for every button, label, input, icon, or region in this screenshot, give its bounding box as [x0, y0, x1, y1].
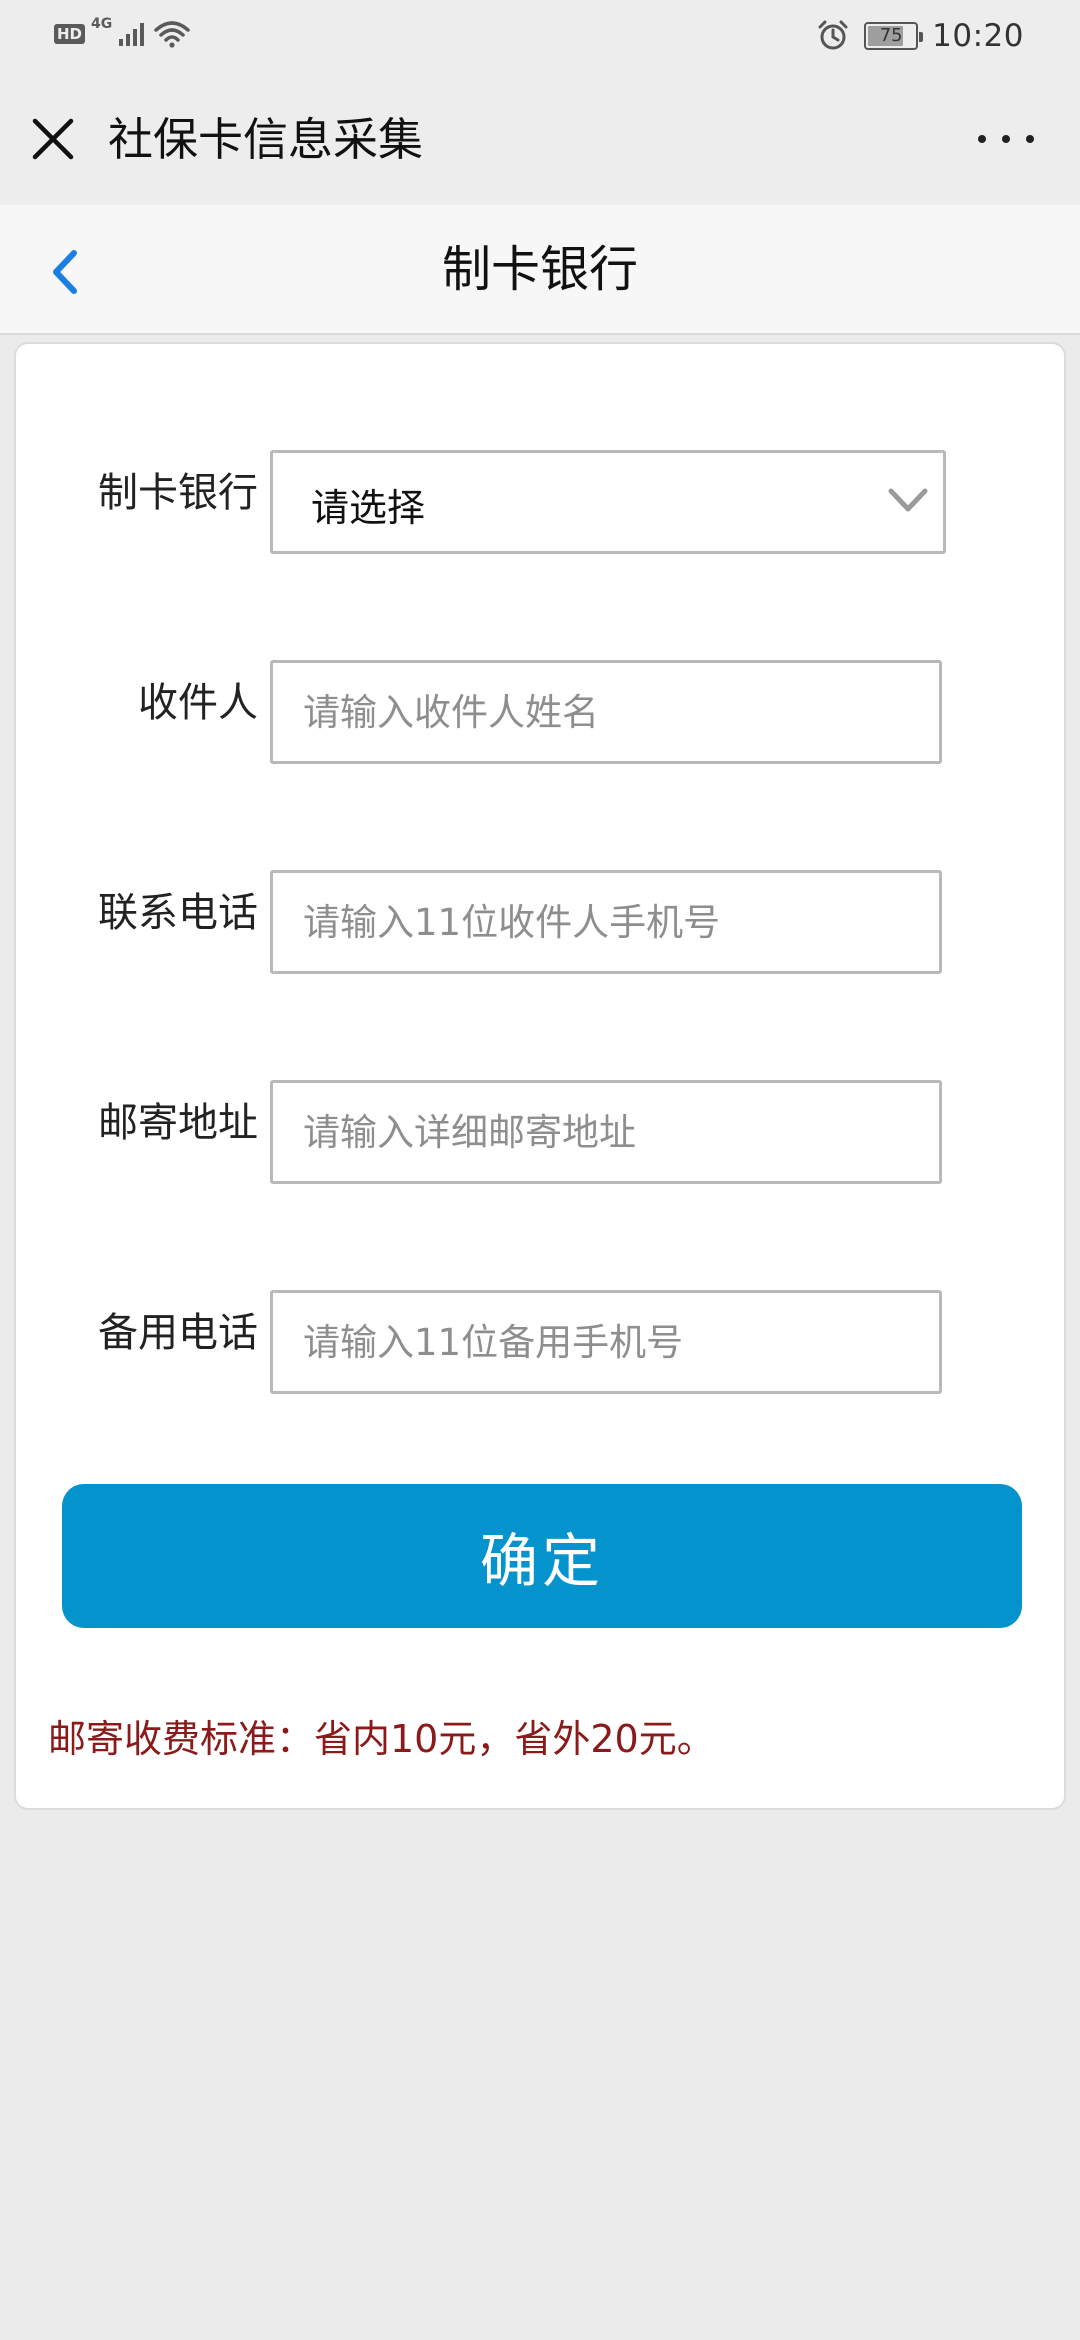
- status-left: HD 4G: [54, 16, 190, 48]
- app-title: 社保卡信息采集: [108, 113, 424, 166]
- backup-phone-row: 备用电话: [16, 1290, 1068, 1394]
- network-type-label: 4G: [91, 16, 113, 32]
- form-card: 制卡银行 请选择 收件人 联系电话 邮寄地址 备用电话 确定 邮寄收费标准：省内: [14, 342, 1066, 1810]
- more-icon[interactable]: [978, 124, 1034, 154]
- webview-title-bar: 社保卡信息采集: [0, 72, 1080, 205]
- more-dot: [1026, 135, 1034, 143]
- phone-label: 联系电话: [98, 890, 258, 936]
- confirm-button[interactable]: 确定: [62, 1484, 1022, 1628]
- recipient-input[interactable]: [273, 663, 939, 761]
- close-icon[interactable]: [30, 116, 76, 162]
- chevron-down-icon: [888, 488, 928, 512]
- bank-label: 制卡银行: [98, 470, 258, 516]
- shipping-fee-note: 邮寄收费标准：省内10元，省外20元。: [48, 1717, 715, 1761]
- backup-phone-field: [270, 1290, 942, 1394]
- alarm-icon: [818, 20, 848, 50]
- recipient-label: 收件人: [138, 680, 258, 726]
- bank-row: 制卡银行 请选择: [16, 450, 1068, 554]
- battery-level: 75: [879, 25, 903, 46]
- battery-icon: 75: [864, 22, 924, 50]
- page-header: 制卡银行: [0, 205, 1080, 335]
- address-row: 邮寄地址: [16, 1080, 1068, 1184]
- bank-select-value: 请选择: [311, 486, 426, 530]
- status-right: 75 10:20: [816, 18, 1024, 54]
- bank-select[interactable]: 请选择: [270, 450, 946, 554]
- address-label: 邮寄地址: [98, 1100, 258, 1146]
- more-dot: [978, 135, 986, 143]
- wifi-icon: [154, 21, 190, 48]
- more-dot: [1002, 135, 1010, 143]
- recipient-row: 收件人: [16, 660, 1068, 764]
- page-title: 制卡银行: [441, 241, 638, 298]
- signal-icon: [119, 23, 145, 46]
- clock: 10:20: [932, 18, 1024, 54]
- recipient-field: [270, 660, 942, 764]
- address-input[interactable]: [273, 1083, 939, 1181]
- phone-field: [270, 870, 942, 974]
- status-bar: HD 4G 75 10:20: [0, 0, 1080, 72]
- backup-phone-input[interactable]: [273, 1293, 939, 1391]
- backup-phone-label: 备用电话: [98, 1310, 258, 1356]
- address-field: [270, 1080, 942, 1184]
- phone-input[interactable]: [273, 873, 939, 971]
- hd-badge: HD: [54, 24, 86, 44]
- phone-row: 联系电话: [16, 870, 1068, 974]
